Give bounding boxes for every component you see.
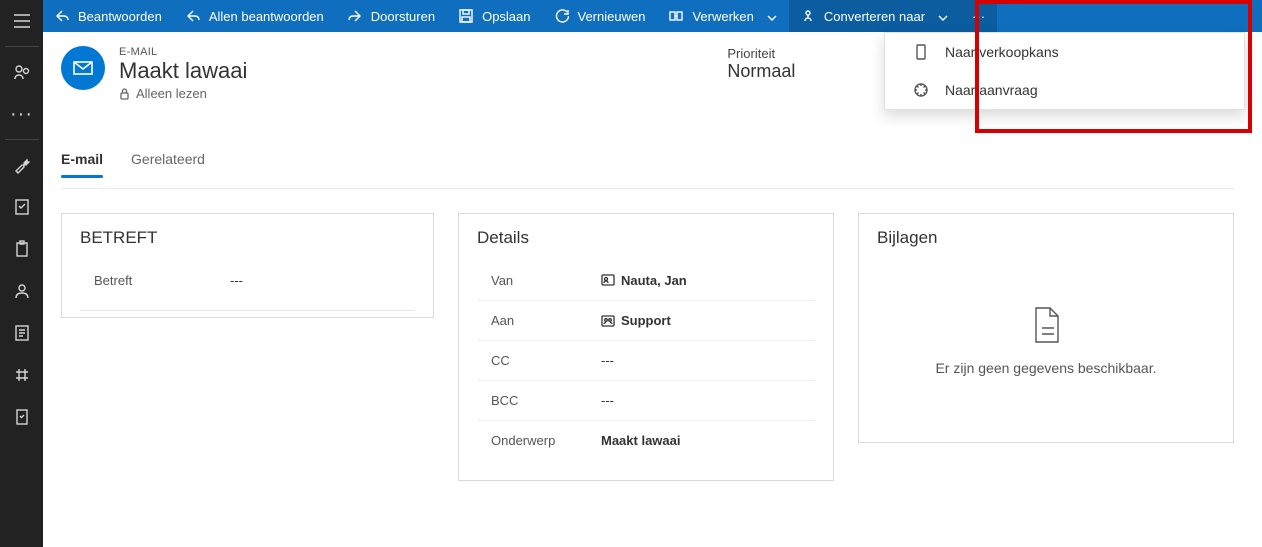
sidebar-more[interactable]: ··· — [0, 93, 43, 135]
cc-label: CC — [477, 353, 601, 368]
chevron-down-icon — [767, 15, 777, 21]
chevron-down-icon — [938, 15, 948, 21]
globe-icon — [13, 366, 31, 384]
tab-related[interactable]: Gerelateerd — [131, 151, 205, 188]
reply-all-button[interactable]: Allen beantwoorden — [174, 0, 336, 32]
forward-icon — [348, 9, 362, 23]
convert-icon — [801, 9, 815, 23]
sidebar-forms[interactable] — [0, 312, 43, 354]
sidebar-sales[interactable] — [0, 51, 43, 93]
process-button[interactable]: Verwerken — [657, 0, 788, 32]
sidebar: ··· — [0, 0, 43, 547]
bcc-value[interactable]: --- — [601, 393, 614, 408]
convert-dropdown: Naar verkoopkans Naar aanvraag — [884, 32, 1245, 110]
save-label: Opslaan — [482, 9, 530, 24]
opportunity-icon — [913, 44, 929, 60]
checklist-icon — [13, 408, 31, 426]
team-icon — [601, 314, 615, 328]
betreft-title: BETREFT — [80, 228, 415, 248]
mail-icon — [73, 61, 93, 75]
to-label: Aan — [477, 313, 601, 328]
person-icon — [13, 282, 31, 300]
reply-label: Beantwoorden — [78, 9, 162, 24]
sidebar-dashboard[interactable] — [0, 228, 43, 270]
to-value-text: Support — [621, 313, 671, 328]
sidebar-tools[interactable] — [0, 144, 43, 186]
convert-to-opportunity[interactable]: Naar verkoopkans — [885, 33, 1244, 71]
reply-all-icon — [186, 9, 200, 23]
ellipsis-icon: ··· — [972, 9, 985, 24]
betreft-label: Betreft — [80, 273, 230, 288]
ellipsis-icon: ··· — [10, 107, 33, 121]
save-icon — [459, 9, 473, 23]
page-title: Maakt lawaai — [119, 58, 247, 84]
convert-opp-label: Naar verkoopkans — [945, 44, 1059, 60]
bijlagen-title: Bijlagen — [877, 228, 1215, 248]
readonly-badge: Alleen lezen — [119, 86, 247, 101]
from-value-text: Nauta, Jan — [621, 273, 687, 288]
sidebar-language[interactable] — [0, 354, 43, 396]
record-type-avatar — [61, 46, 105, 90]
file-icon — [1030, 306, 1062, 346]
to-value[interactable]: Support — [601, 313, 671, 328]
refresh-label: Vernieuwen — [578, 9, 646, 24]
tabs: E-mail Gerelateerd — [61, 151, 1234, 189]
convert-label: Converteren naar — [824, 9, 925, 24]
from-value[interactable]: Nauta, Jan — [601, 273, 687, 288]
refresh-button[interactable]: Vernieuwen — [543, 0, 658, 32]
priority-label: Prioriteit — [727, 46, 795, 61]
more-commands-button[interactable]: ··· — [960, 0, 997, 32]
bijlagen-empty: Er zijn geen gegevens beschikbaar. — [935, 360, 1156, 376]
sidebar-tasks[interactable] — [0, 396, 43, 438]
process-icon — [669, 9, 683, 23]
process-label: Verwerken — [692, 9, 753, 24]
document-check-icon — [13, 198, 31, 216]
command-bar: Beantwoorden Allen beantwoorden Doorstur… — [43, 0, 1262, 32]
reply-button[interactable]: Beantwoorden — [43, 0, 174, 32]
cc-value[interactable]: --- — [601, 353, 614, 368]
hamburger-icon — [13, 12, 31, 30]
betreft-value[interactable]: --- — [230, 273, 243, 288]
form-icon — [13, 324, 31, 342]
convert-case-label: Naar aanvraag — [945, 82, 1038, 98]
card-bijlagen: Bijlagen Er zijn geen gegevens beschikba… — [858, 213, 1234, 443]
record-overline: E-MAIL — [119, 46, 247, 58]
reply-icon — [55, 9, 69, 23]
card-details: Details Van Nauta, Jan Aan Support — [458, 213, 834, 481]
nav-menu-button[interactable] — [0, 0, 43, 42]
wrench-icon — [13, 156, 31, 174]
save-button[interactable]: Opslaan — [447, 0, 542, 32]
lock-icon — [119, 87, 130, 100]
clipboard-icon — [13, 240, 31, 258]
from-label: Van — [477, 273, 601, 288]
people-icon — [13, 63, 31, 81]
forward-button[interactable]: Doorsturen — [336, 0, 447, 32]
convert-button[interactable]: Converteren naar — [789, 0, 960, 32]
subject-value[interactable]: Maakt lawaai — [601, 433, 681, 448]
sidebar-reports[interactable] — [0, 186, 43, 228]
bcc-label: BCC — [477, 393, 601, 408]
subject-label: Onderwerp — [477, 433, 601, 448]
contact-card-icon — [601, 273, 615, 287]
case-icon — [913, 82, 929, 98]
tab-email[interactable]: E-mail — [61, 151, 103, 188]
refresh-icon — [555, 9, 569, 23]
details-title: Details — [477, 228, 815, 248]
card-betreft: BETREFT Betreft --- — [61, 213, 434, 318]
forward-label: Doorsturen — [371, 9, 435, 24]
priority-value: Normaal — [727, 61, 795, 82]
convert-to-case[interactable]: Naar aanvraag — [885, 71, 1244, 109]
reply-all-label: Allen beantwoorden — [209, 9, 324, 24]
sidebar-contact[interactable] — [0, 270, 43, 312]
readonly-text: Alleen lezen — [136, 86, 207, 101]
